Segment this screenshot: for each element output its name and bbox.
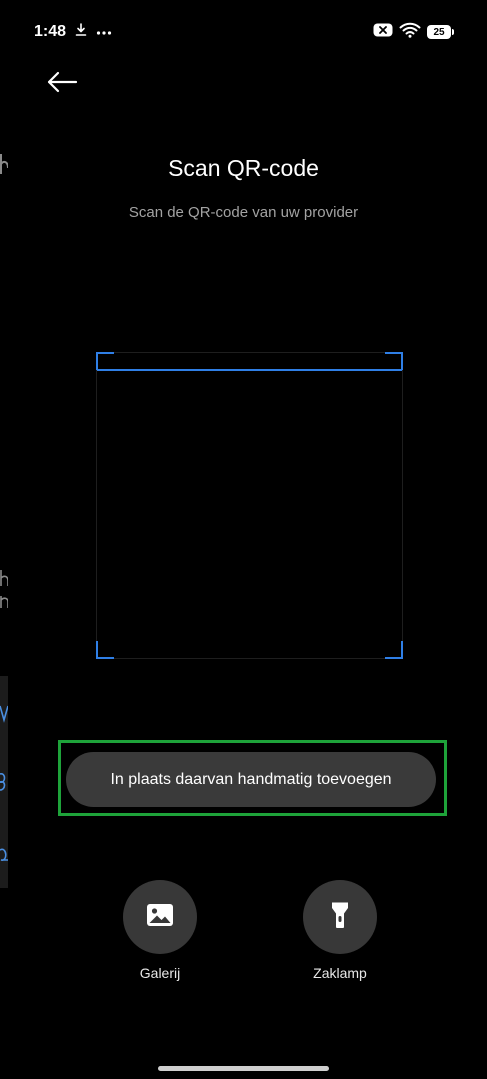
scan-line <box>97 369 402 371</box>
flashlight-button[interactable] <box>303 880 377 954</box>
manual-add-button[interactable]: In plaats daarvan handmatig toevoegen <box>66 752 436 807</box>
viewfinder-corner <box>96 352 114 370</box>
back-button[interactable] <box>40 64 84 104</box>
status-bar: 1:48 25 <box>34 18 454 46</box>
viewfinder-corner <box>96 641 114 659</box>
gallery-button[interactable] <box>123 880 197 954</box>
status-left: 1:48 <box>34 22 112 42</box>
image-icon <box>146 903 174 932</box>
flashlight-icon <box>330 901 350 934</box>
page-subtitle: Scan de QR-code van uw provider <box>128 204 359 221</box>
qr-scan-viewfinder <box>96 352 403 659</box>
status-right: 25 <box>373 22 454 43</box>
download-icon <box>74 22 88 42</box>
flashlight-action: Zaklamp <box>285 880 395 981</box>
more-dots-icon <box>96 23 112 41</box>
battery-icon: 25 <box>427 25 454 39</box>
close-notification-icon <box>373 22 393 43</box>
flashlight-label: Zaklamp <box>313 965 367 981</box>
page-title: Scan QR-code <box>168 155 319 181</box>
arrow-left-icon <box>46 71 78 98</box>
gallery-label: Galerij <box>139 965 181 981</box>
status-time: 1:48 <box>34 23 67 40</box>
gallery-action: Galerij <box>105 880 215 981</box>
viewfinder-corner <box>385 641 403 659</box>
background-edge-panel <box>0 676 8 888</box>
viewfinder-corner <box>385 352 403 370</box>
wifi-icon <box>399 22 421 43</box>
home-indicator[interactable] <box>158 1066 329 1071</box>
background-edge-fragment <box>0 568 8 612</box>
